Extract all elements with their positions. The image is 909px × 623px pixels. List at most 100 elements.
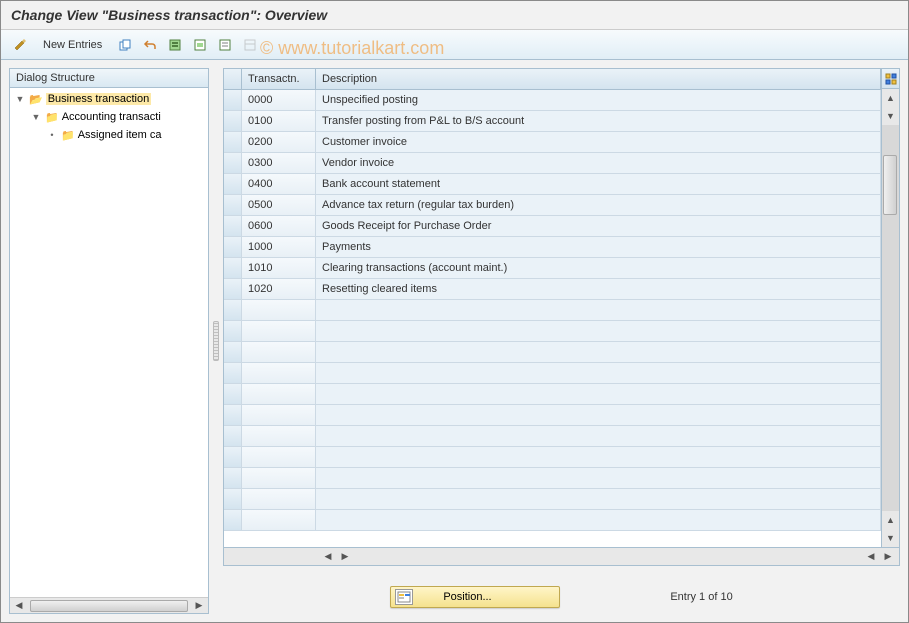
- cell-description[interactable]: Advance tax return (regular tax burden): [316, 195, 881, 215]
- deselect-all-icon[interactable]: [214, 34, 236, 56]
- row-selector[interactable]: [224, 405, 242, 425]
- cell-transaction-code[interactable]: [242, 468, 316, 488]
- tree-item-business-transaction[interactable]: ▼ 📂 Business transaction: [10, 90, 208, 108]
- cell-description[interactable]: [316, 489, 881, 509]
- cell-description[interactable]: Bank account statement: [316, 174, 881, 194]
- copy-as-icon[interactable]: [114, 34, 136, 56]
- table-row[interactable]: 0100Transfer posting from P&L to B/S acc…: [224, 111, 881, 132]
- cell-description[interactable]: [316, 468, 881, 488]
- cell-description[interactable]: [316, 384, 881, 404]
- position-button[interactable]: Position...: [390, 586, 560, 608]
- cell-transaction-code[interactable]: 1020: [242, 279, 316, 299]
- cell-transaction-code[interactable]: [242, 363, 316, 383]
- row-selector[interactable]: [224, 237, 242, 257]
- select-all-icon[interactable]: [164, 34, 186, 56]
- row-selector[interactable]: [224, 216, 242, 236]
- row-selector[interactable]: [224, 111, 242, 131]
- table-vertical-scrollbar[interactable]: ▲ ▼ ▲ ▼: [881, 69, 899, 547]
- cell-transaction-code[interactable]: [242, 321, 316, 341]
- row-selector[interactable]: [224, 384, 242, 404]
- cell-transaction-code[interactable]: 1010: [242, 258, 316, 278]
- row-selector[interactable]: [224, 279, 242, 299]
- row-selector[interactable]: [224, 468, 242, 488]
- row-selector[interactable]: [224, 510, 242, 530]
- cell-description[interactable]: [316, 321, 881, 341]
- cell-transaction-code[interactable]: [242, 384, 316, 404]
- cell-transaction-code[interactable]: [242, 426, 316, 446]
- cell-transaction-code[interactable]: 1000: [242, 237, 316, 257]
- column-header-description[interactable]: Description: [316, 69, 881, 89]
- cell-transaction-code[interactable]: [242, 510, 316, 530]
- table-row[interactable]: 0400Bank account statement: [224, 174, 881, 195]
- cell-transaction-code[interactable]: 0300: [242, 153, 316, 173]
- table-row[interactable]: 1000Payments: [224, 237, 881, 258]
- row-selector[interactable]: [224, 300, 242, 320]
- row-selector[interactable]: [224, 195, 242, 215]
- tree-item-accounting-transaction[interactable]: ▼ 📁 Accounting transacti: [10, 108, 208, 126]
- select-block-icon[interactable]: [189, 34, 211, 56]
- cell-transaction-code[interactable]: 0600: [242, 216, 316, 236]
- cell-transaction-code[interactable]: 0400: [242, 174, 316, 194]
- tree-item-assigned-item-categories[interactable]: • 📁 Assigned item ca: [10, 126, 208, 144]
- table-row[interactable]: [224, 321, 881, 342]
- scrollbar-thumb[interactable]: [883, 155, 897, 215]
- row-selector[interactable]: [224, 363, 242, 383]
- table-row[interactable]: [224, 510, 881, 531]
- scroll-left-icon[interactable]: ◀: [12, 599, 26, 613]
- table-row[interactable]: 0600Goods Receipt for Purchase Order: [224, 216, 881, 237]
- scroll-right-icon[interactable]: ▶: [881, 550, 895, 564]
- scroll-up-icon[interactable]: ▲: [883, 90, 899, 106]
- cell-description[interactable]: [316, 426, 881, 446]
- table-row[interactable]: 0000Unspecified posting: [224, 90, 881, 111]
- table-row[interactable]: [224, 363, 881, 384]
- cell-transaction-code[interactable]: 0500: [242, 195, 316, 215]
- sidebar-horizontal-scrollbar[interactable]: ◀ ▶: [10, 597, 208, 613]
- table-configure-icon[interactable]: [882, 69, 899, 89]
- table-row[interactable]: [224, 468, 881, 489]
- table-row[interactable]: [224, 342, 881, 363]
- row-selector[interactable]: [224, 426, 242, 446]
- cell-description[interactable]: Clearing transactions (account maint.): [316, 258, 881, 278]
- row-selector[interactable]: [224, 174, 242, 194]
- cell-description[interactable]: [316, 363, 881, 383]
- cell-description[interactable]: [316, 300, 881, 320]
- scroll-right-icon[interactable]: ▶: [192, 599, 206, 613]
- scrollbar-track[interactable]: [882, 125, 899, 511]
- cell-description[interactable]: Resetting cleared items: [316, 279, 881, 299]
- row-selector[interactable]: [224, 90, 242, 110]
- cell-transaction-code[interactable]: 0100: [242, 111, 316, 131]
- cell-description[interactable]: Transfer posting from P&L to B/S account: [316, 111, 881, 131]
- cell-transaction-code[interactable]: [242, 300, 316, 320]
- scroll-up-icon[interactable]: ▲: [883, 512, 899, 528]
- cell-transaction-code[interactable]: 0000: [242, 90, 316, 110]
- cell-description[interactable]: Payments: [316, 237, 881, 257]
- table-row[interactable]: 1010Clearing transactions (account maint…: [224, 258, 881, 279]
- row-selector[interactable]: [224, 258, 242, 278]
- cell-description[interactable]: [316, 342, 881, 362]
- scroll-left-icon[interactable]: ◀: [321, 550, 335, 564]
- cell-transaction-code[interactable]: 0200: [242, 132, 316, 152]
- dialog-structure-tree[interactable]: ▼ 📂 Business transaction ▼ 📁 Accounting …: [10, 88, 208, 597]
- column-header-transaction[interactable]: Transactn.: [242, 69, 316, 89]
- cell-description[interactable]: [316, 510, 881, 530]
- configure-icon[interactable]: [239, 34, 261, 56]
- table-row[interactable]: [224, 489, 881, 510]
- cell-description[interactable]: Customer invoice: [316, 132, 881, 152]
- row-selector[interactable]: [224, 132, 242, 152]
- table-row[interactable]: 0300Vendor invoice: [224, 153, 881, 174]
- cell-description[interactable]: [316, 405, 881, 425]
- row-selector[interactable]: [224, 321, 242, 341]
- cell-transaction-code[interactable]: [242, 489, 316, 509]
- tree-expander-icon[interactable]: ▼: [30, 112, 42, 122]
- cell-transaction-code[interactable]: [242, 342, 316, 362]
- scroll-down-icon[interactable]: ▼: [883, 530, 899, 546]
- toggle-display-change-icon[interactable]: [9, 34, 31, 56]
- table-row[interactable]: [224, 405, 881, 426]
- table-row[interactable]: 0500Advance tax return (regular tax burd…: [224, 195, 881, 216]
- row-selector[interactable]: [224, 489, 242, 509]
- scroll-right-icon[interactable]: ▶: [338, 550, 352, 564]
- table-row[interactable]: [224, 300, 881, 321]
- row-selector[interactable]: [224, 153, 242, 173]
- new-entries-button[interactable]: New Entries: [34, 35, 111, 55]
- cell-description[interactable]: Goods Receipt for Purchase Order: [316, 216, 881, 236]
